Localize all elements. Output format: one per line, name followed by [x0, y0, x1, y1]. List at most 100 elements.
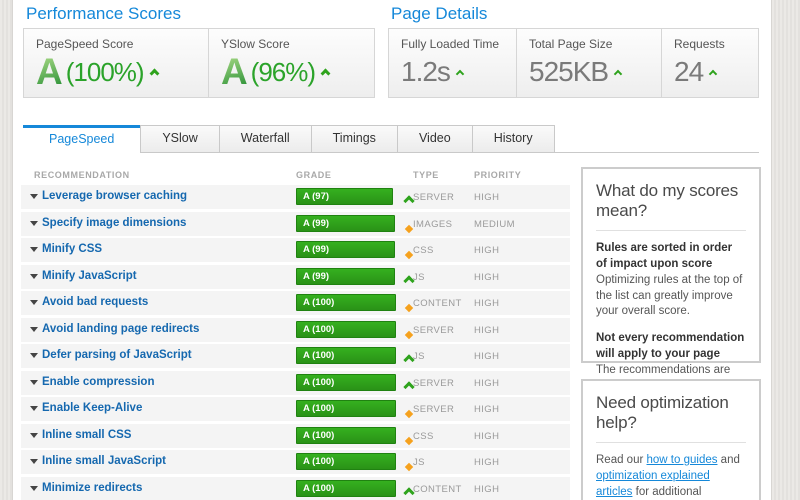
page-details-title: Page Details — [391, 4, 487, 24]
table-row: Inline small JavaScriptA (100)JSHIGH — [21, 450, 570, 474]
scores-info-text: Optimizing rules at the top of the list … — [596, 274, 742, 318]
help-text: and — [717, 454, 739, 466]
recommendation-link[interactable]: Leverage browser caching — [42, 190, 187, 202]
yslow-grade: A — [221, 53, 248, 90]
column-header-type: TYPE — [413, 170, 439, 180]
pagespeed-grade: A — [36, 53, 63, 90]
recommendation-link[interactable]: Inline small JavaScript — [42, 455, 166, 467]
yslow-percent: (96%) — [251, 59, 315, 85]
priority-cell: HIGH — [474, 404, 534, 415]
grade-label: A (100) — [297, 375, 395, 391]
column-header-recommendation: RECOMMENDATION — [34, 170, 130, 180]
trend-up-icon — [405, 378, 413, 396]
column-header-priority: PRIORITY — [474, 170, 521, 180]
optimization-help-paragraph: Read our how to guides and optimization … — [596, 453, 746, 500]
priority-cell: HIGH — [474, 192, 534, 203]
trend-up-icon — [614, 70, 622, 78]
grade-bar: A (100) — [296, 321, 396, 338]
expand-arrow-icon[interactable] — [30, 327, 38, 332]
expand-arrow-icon[interactable] — [30, 274, 38, 279]
recommendation-link[interactable]: Enable compression — [42, 376, 154, 388]
table-row: Minimize redirectsA (100)CONTENTHIGH — [21, 477, 570, 500]
fully-loaded-time-label: Fully Loaded Time — [401, 37, 516, 51]
warning-diamond-icon — [405, 457, 412, 475]
grade-bar: A (99) — [296, 241, 395, 258]
grade-bar-track: A (100) — [296, 480, 396, 497]
expand-arrow-icon[interactable] — [30, 353, 38, 358]
priority-cell: HIGH — [474, 298, 534, 309]
expand-arrow-icon[interactable] — [30, 406, 38, 411]
scores-info-panel: What do my scores mean? Rules are sorted… — [581, 167, 761, 363]
tab-yslow[interactable]: YSlow — [140, 125, 219, 153]
scores-info-bold: Rules are sorted in order of impact upon… — [596, 242, 732, 270]
type-cell: SERVER — [413, 325, 473, 336]
grade-bar: A (100) — [296, 347, 396, 364]
yslow-score-label: YSlow Score — [221, 37, 374, 51]
table-row: Specify image dimensionsA (99)IMAGESMEDI… — [21, 212, 570, 236]
grade-bar-track: A (100) — [296, 374, 396, 391]
pagespeed-percent: (100%) — [66, 59, 144, 85]
expand-arrow-icon[interactable] — [30, 247, 38, 252]
grade-label: A (99) — [297, 242, 394, 258]
expand-arrow-icon[interactable] — [30, 486, 38, 491]
performance-scores-title: Performance Scores — [26, 4, 181, 24]
trend-up-icon — [456, 70, 464, 78]
pagespeed-score-cell: PageSpeed Score A (100%) — [24, 29, 209, 97]
recommendation-link[interactable]: Avoid landing page redirects — [42, 323, 199, 335]
table-row: Enable Keep-AliveA (100)SERVERHIGH — [21, 397, 570, 421]
warning-diamond-icon — [405, 245, 412, 263]
grade-bar-track: A (100) — [296, 347, 396, 364]
scores-info-paragraph: Rules are sorted in order of impact upon… — [596, 241, 746, 320]
expand-arrow-icon[interactable] — [30, 433, 38, 438]
expand-arrow-icon[interactable] — [30, 194, 38, 199]
grade-label: A (100) — [297, 322, 395, 338]
trend-up-icon — [321, 69, 331, 79]
performance-scores-box: PageSpeed Score A (100%) YSlow Score A (… — [23, 28, 375, 98]
report-tabs: PageSpeed YSlow Waterfall Timings Video … — [23, 125, 759, 153]
warning-diamond-icon — [405, 431, 412, 449]
grade-bar-track: A (99) — [296, 241, 396, 258]
expand-arrow-icon[interactable] — [30, 300, 38, 305]
tab-pagespeed[interactable]: PageSpeed — [23, 125, 140, 153]
expand-arrow-icon[interactable] — [30, 380, 38, 385]
type-cell: CONTENT — [413, 484, 473, 495]
grade-label: A (100) — [297, 401, 395, 417]
requests-cell: Requests 24 — [662, 29, 758, 97]
type-cell: CONTENT — [413, 298, 473, 309]
recommendation-link[interactable]: Enable Keep-Alive — [42, 402, 142, 414]
recommendation-link[interactable]: Specify image dimensions — [42, 217, 186, 229]
tab-waterfall[interactable]: Waterfall — [220, 125, 312, 153]
column-header-grade: GRADE — [296, 170, 332, 180]
trend-up-icon — [149, 69, 159, 79]
expand-arrow-icon[interactable] — [30, 221, 38, 226]
recommendation-link[interactable]: Inline small CSS — [42, 429, 131, 441]
grade-bar: A (99) — [296, 215, 395, 232]
trend-up-icon — [405, 351, 413, 369]
table-row: Inline small CSSA (100)CSSHIGH — [21, 424, 570, 448]
recommendation-link[interactable]: Minify CSS — [42, 243, 102, 255]
tab-video[interactable]: Video — [398, 125, 473, 153]
pagespeed-score-label: PageSpeed Score — [36, 37, 208, 51]
recommendation-link[interactable]: Defer parsing of JavaScript — [42, 349, 192, 361]
warning-diamond-icon — [405, 404, 412, 422]
expand-arrow-icon[interactable] — [30, 459, 38, 464]
recommendation-link[interactable]: Minify JavaScript — [42, 270, 137, 282]
recommendation-link[interactable]: Avoid bad requests — [42, 296, 148, 308]
grade-label: A (97) — [297, 189, 392, 205]
yslow-score-cell: YSlow Score A (96%) — [209, 29, 374, 97]
tab-timings[interactable]: Timings — [312, 125, 398, 153]
grade-label: A (100) — [297, 295, 395, 311]
grade-bar: A (100) — [296, 374, 396, 391]
grade-bar-track: A (100) — [296, 453, 396, 470]
trend-up-icon — [709, 70, 717, 78]
table-row: Minify JavaScriptA (99)JSHIGH — [21, 265, 570, 289]
priority-cell: HIGH — [474, 378, 534, 389]
type-cell: JS — [413, 351, 473, 362]
tab-history[interactable]: History — [473, 125, 555, 153]
grade-label: A (100) — [297, 428, 395, 444]
recommendation-link[interactable]: Minimize redirects — [42, 482, 142, 494]
grade-bar-track: A (100) — [296, 294, 396, 311]
table-row: Avoid bad requests A (100) CONTENTHIGH — [21, 291, 570, 315]
grade-bar: A (100) — [296, 294, 396, 311]
how-to-guides-link[interactable]: how to guides — [647, 454, 718, 466]
